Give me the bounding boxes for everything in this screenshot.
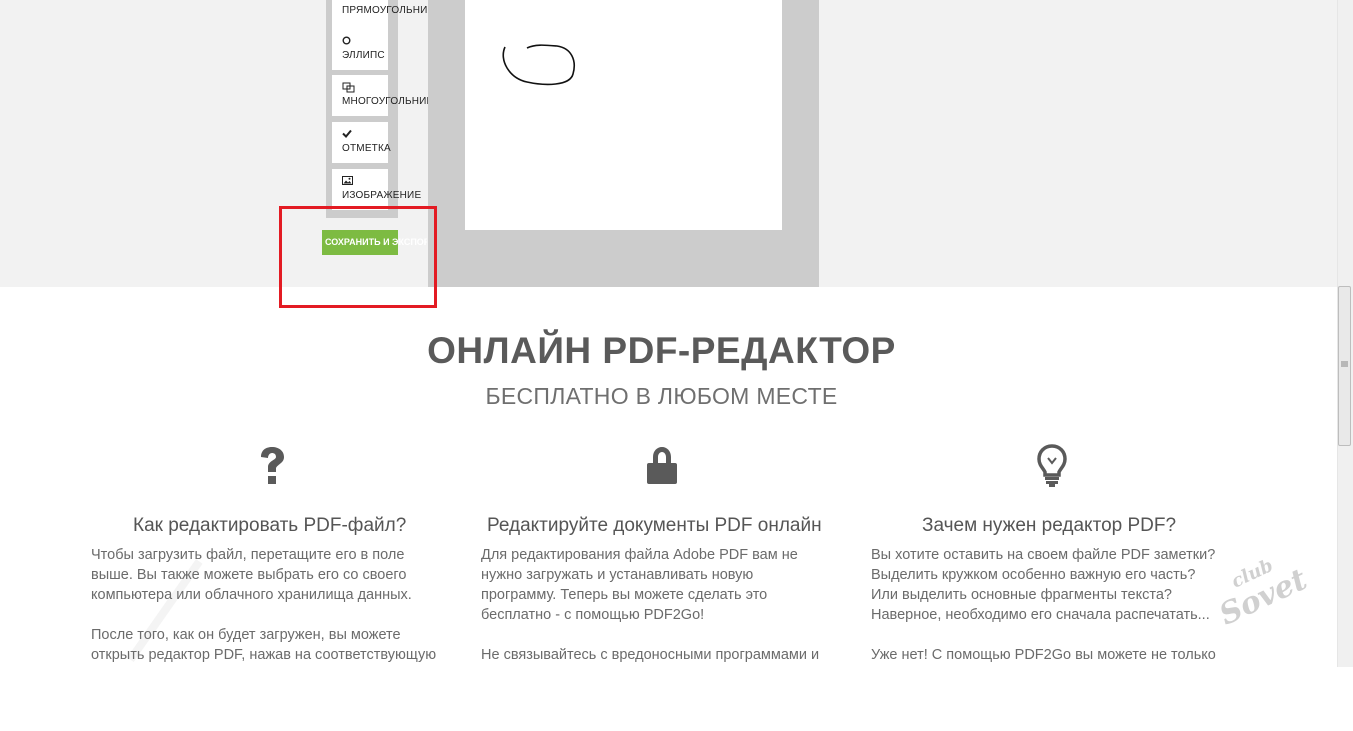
checkmark-icon: [342, 129, 352, 138]
column-heading: Зачем нужен редактор PDF?: [922, 515, 1177, 536]
question-icon: [257, 446, 287, 491]
highlight-box: [279, 206, 437, 308]
tool-polygon-label: МНОГОУГОЛЬНИК: [342, 96, 432, 107]
image-icon: [342, 176, 353, 185]
tool-checkmark-label: ОТМЕТКА: [342, 143, 391, 154]
freehand-drawing: [502, 44, 575, 86]
tool-ellipse[interactable]: ЭЛЛИПС: [332, 29, 388, 70]
polygon-icon: [342, 82, 355, 93]
scrollbar-grip-icon: [1341, 361, 1348, 367]
lightbulb-icon: [1037, 444, 1067, 493]
tool-rectangle-label: ПРЯМОУГОЛЬНИК: [342, 5, 432, 16]
column-text: Вы хотите оставить на своем файле PDF за…: [871, 547, 1216, 663]
tool-image-label: ИЗОБРАЖЕНИЕ: [342, 190, 422, 201]
pdf-page[interactable]: [465, 0, 782, 230]
column-heading: Редактируйте документы PDF онлайн: [487, 515, 822, 536]
tool-checkmark[interactable]: ОТМЕТКА: [332, 122, 391, 163]
page-title: ОНЛАЙН PDF-РЕДАКТОР: [427, 330, 896, 371]
column-text: Для редактирования файла Adobe PDF вам н…: [481, 547, 820, 663]
tool-ellipse-label: ЭЛЛИПС: [342, 50, 385, 61]
page-subtitle: БЕСПЛАТНО В ЛЮБОМ МЕСТЕ: [485, 383, 838, 409]
tool-image[interactable]: ИЗОБРАЖЕНИЕ: [332, 169, 421, 210]
column-heading: Как редактировать PDF-файл?: [133, 515, 407, 536]
tool-polygon[interactable]: МНОГОУГОЛЬНИК: [332, 75, 432, 116]
lock-icon: [645, 446, 679, 491]
ellipse-icon: [342, 36, 351, 45]
column-text: Чтобы загрузить файл, перетащите его в п…: [91, 547, 437, 663]
